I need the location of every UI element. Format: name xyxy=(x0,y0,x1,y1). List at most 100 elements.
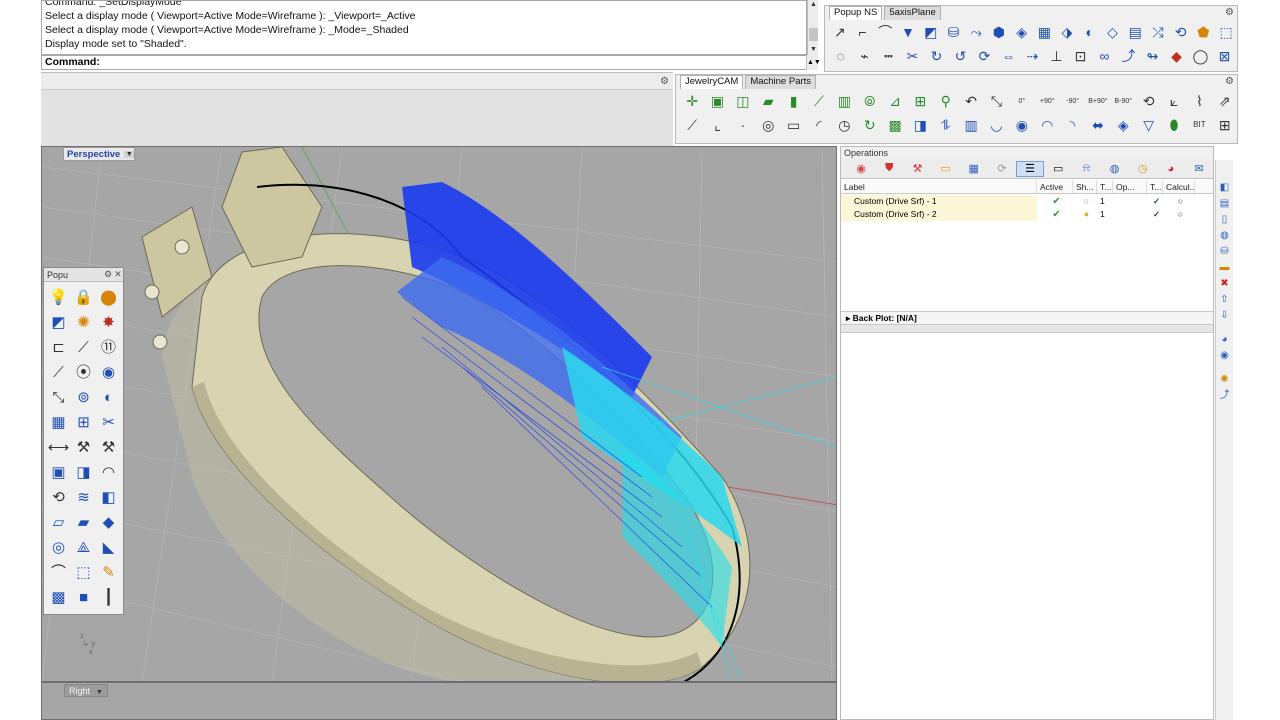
twist-icon[interactable]: ∞ xyxy=(1093,45,1116,67)
lightbulb-off-icon[interactable]: ○ xyxy=(1073,195,1097,208)
arc-curve-icon[interactable]: ⌒ xyxy=(874,21,896,43)
tree-icon[interactable]: ⚲ xyxy=(934,90,958,112)
numbered-circle-icon[interactable]: ⑪ xyxy=(96,335,121,360)
ring-tool-icon[interactable]: ◉ xyxy=(1010,114,1034,136)
scale-icon[interactable]: ⤡ xyxy=(46,385,71,410)
move-grid-icon[interactable]: ⊞ xyxy=(71,410,96,435)
gem-icon[interactable]: ◈ xyxy=(1111,114,1135,136)
sphere-edit-icon[interactable]: ◐ xyxy=(96,385,121,410)
page-icon[interactable]: ▯ xyxy=(1216,212,1233,228)
sheet-icon[interactable]: ▤ xyxy=(1216,196,1233,212)
rotate-b-icon[interactable]: ⟲ xyxy=(1136,90,1160,112)
cup-icon[interactable]: ◡ xyxy=(984,114,1008,136)
revolve-icon[interactable]: ↺ xyxy=(949,45,972,67)
trim-icon[interactable]: ✂ xyxy=(901,45,924,67)
origin-icon[interactable]: ✛ xyxy=(680,90,704,112)
cube-solid-icon[interactable]: ◆ xyxy=(96,510,121,535)
scroll-up-icon[interactable]: ▲ xyxy=(808,0,819,10)
gear-fill-icon[interactable]: ✺ xyxy=(71,310,96,335)
list-icon[interactable]: ☰ xyxy=(1015,160,1045,177)
curve-tool-icon[interactable]: ⌒ xyxy=(46,560,71,585)
operation-label[interactable]: Custom (Drive Srf) - 1 xyxy=(841,195,1037,208)
circle-icon[interactable]: ◌ xyxy=(829,45,852,67)
panel-splitter[interactable] xyxy=(841,325,1213,333)
angle-plus90-icon[interactable]: +90° xyxy=(1035,90,1059,112)
close-icon[interactable]: ✕ xyxy=(113,269,123,280)
grid-tool-icon[interactable]: ▥ xyxy=(959,114,983,136)
angle-0-icon[interactable]: 0° xyxy=(1010,90,1034,112)
control-points-icon[interactable]: ⦿ xyxy=(71,360,96,385)
dot-icon[interactable]: · xyxy=(731,114,755,136)
cylinder-stock-icon[interactable]: ▮ xyxy=(781,90,805,112)
pipe-icon[interactable]: ⌇ xyxy=(1187,90,1211,112)
diagonal-icon[interactable]: ⬌ xyxy=(1086,114,1110,136)
nc-icon[interactable]: ◉ xyxy=(1216,348,1233,364)
sweep-tool-icon[interactable]: ◝ xyxy=(1060,114,1084,136)
pattern-icon[interactable]: ▥ xyxy=(832,90,856,112)
perspective-viewport[interactable]: Perspective ▼ z ↳ y x xyxy=(41,146,837,682)
blend-icon[interactable]: ⬗ xyxy=(1056,21,1078,43)
right-viewport[interactable]: Right ▼ xyxy=(41,682,837,720)
clock-icon[interactable]: ◷ xyxy=(1129,161,1157,177)
scroll-thumb[interactable] xyxy=(809,28,818,41)
globe-icon[interactable]: ◍ xyxy=(1100,161,1128,177)
tab-machine-parts[interactable]: Machine Parts xyxy=(745,75,817,89)
command-prompt-arrows[interactable]: ▲▼ xyxy=(806,55,821,70)
b-minus90-icon[interactable]: B-90° xyxy=(1111,90,1135,112)
rotate-axis-icon[interactable]: ↶ xyxy=(959,90,983,112)
plane-tilt-icon[interactable]: ▰ xyxy=(71,510,96,535)
corner-icon[interactable]: ⌞ xyxy=(705,114,729,136)
calculate-icon[interactable]: ○ xyxy=(1163,208,1195,221)
cube-corner-icon[interactable]: ⬚ xyxy=(71,560,96,585)
loft-icon[interactable]: ◈ xyxy=(1011,21,1033,43)
rotate-tool-icon[interactable]: ⟲ xyxy=(46,485,71,510)
cut-icon[interactable]: ✂ xyxy=(96,410,121,435)
person-cut-icon[interactable]: ⚒ xyxy=(71,435,96,460)
person-build-icon[interactable]: ⚒ xyxy=(96,435,121,460)
lock-icon[interactable]: 🔒 xyxy=(71,285,96,310)
chevron-down-icon[interactable]: ▼ xyxy=(96,689,103,696)
sync-icon[interactable]: ⟳ xyxy=(988,161,1016,177)
column-header[interactable]: Op... xyxy=(1113,180,1147,193)
box-edit-icon[interactable]: ◩ xyxy=(46,310,71,335)
cube-side-icon[interactable]: ◧ xyxy=(96,485,121,510)
patch-icon[interactable]: ▤ xyxy=(1124,21,1146,43)
bend-icon[interactable]: ⤴ xyxy=(1117,45,1140,67)
table-row[interactable]: Custom (Drive Srf) - 1 ✔ ○ 1 ✓ ○ xyxy=(841,195,1213,208)
render-sphere-icon[interactable]: ⬤ xyxy=(96,285,121,310)
trim-edge-icon[interactable]: ⊏ xyxy=(46,335,71,360)
column-header[interactable]: Label xyxy=(841,180,1037,193)
sphere-icon[interactable]: ◕ xyxy=(1216,332,1233,348)
tab-popup-ns[interactable]: Popup NS xyxy=(829,6,883,20)
table-icon[interactable]: ⊞ xyxy=(1213,114,1237,136)
cylinder-tool-icon[interactable]: ⬮ xyxy=(1162,114,1186,136)
active-check-icon[interactable]: ✔ xyxy=(1037,208,1073,221)
frame-icon[interactable]: ⊠ xyxy=(1213,45,1236,67)
right-viewport-title[interactable]: Right ▼ xyxy=(64,684,108,697)
backplot-header[interactable]: ▸ Back Plot: [N/A] xyxy=(841,311,1213,325)
operation-label[interactable]: Custom (Drive Srf) - 2 xyxy=(841,208,1037,221)
b-plus90-icon[interactable]: B+90° xyxy=(1086,90,1110,112)
command-prompt[interactable]: Command: xyxy=(41,55,818,70)
bit-icon[interactable]: BIT xyxy=(1187,114,1211,136)
stack-icon[interactable]: ≋ xyxy=(71,485,96,510)
circle-target-icon[interactable]: ◎ xyxy=(46,535,71,560)
folder-icon[interactable]: ▬ xyxy=(1216,260,1233,276)
box-open-icon[interactable]: ◨ xyxy=(71,460,96,485)
point-line-icon[interactable]: ⟋ xyxy=(46,360,71,385)
grid-array-icon[interactable]: ▦ xyxy=(46,410,71,435)
point-select-icon[interactable]: ⦾ xyxy=(858,90,882,112)
gear-icon[interactable]: ⚙ xyxy=(1225,7,1234,18)
calculate-icon[interactable]: ○ xyxy=(1163,195,1195,208)
stock-box-icon[interactable]: ▣ xyxy=(705,90,729,112)
flow-icon[interactable]: ⇢ xyxy=(1021,45,1044,67)
tool-icon[interactable]: ⚒ xyxy=(903,161,931,177)
move-up-icon[interactable]: ⇧ xyxy=(1216,292,1233,308)
gear-icon[interactable]: ⚙ xyxy=(103,269,113,280)
region-icon[interactable]: ⟋ xyxy=(807,90,831,112)
export-icon[interactable]: ⤴ xyxy=(1216,388,1233,404)
settings-icon[interactable]: ✺ xyxy=(1216,372,1233,388)
fold-icon[interactable]: ⟁ xyxy=(71,535,96,560)
project-icon[interactable]: ⊥ xyxy=(1045,45,1068,67)
tab-5axisplane[interactable]: 5axisPlane xyxy=(884,6,941,20)
